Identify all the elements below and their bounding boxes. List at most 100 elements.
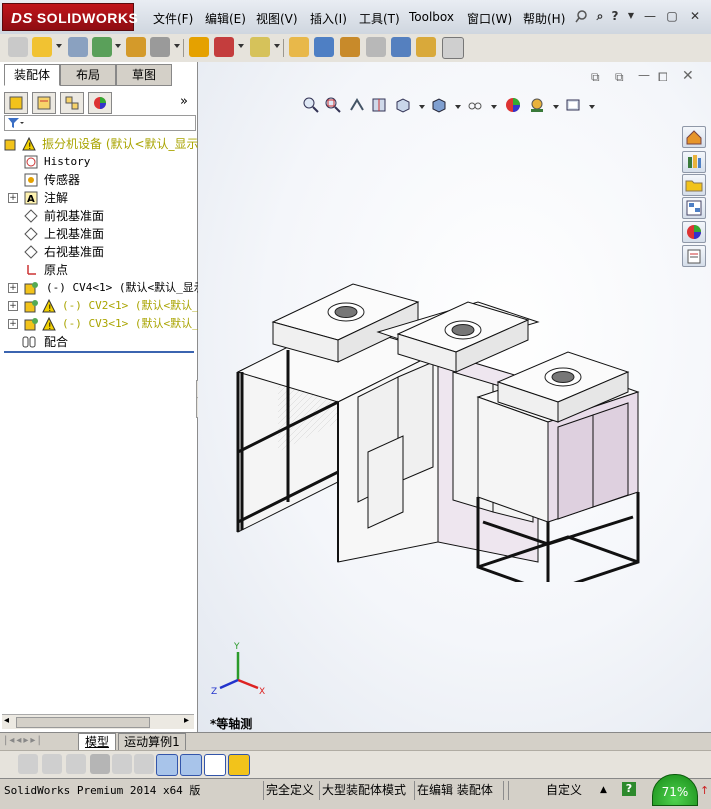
close-icon[interactable]: ✕ [688, 10, 702, 22]
solidworks-resources-icon[interactable] [682, 126, 706, 148]
restore-icon[interactable]: ▢ [665, 10, 679, 22]
interference-icon[interactable] [391, 37, 411, 57]
tree-horizontal-scrollbar[interactable]: ◂ ▸ [2, 714, 194, 729]
search-icon[interactable]: ⌕ [593, 10, 607, 22]
display-style-icon[interactable] [430, 96, 448, 114]
file-explorer-icon[interactable] [682, 174, 706, 196]
scroll-left-icon[interactable]: ◂ [4, 715, 9, 726]
save-tool-icon[interactable] [228, 754, 250, 776]
menu-tools[interactable]: 工具(T) [359, 10, 400, 27]
table-tool-icon[interactable] [204, 754, 226, 776]
tree-item-top-plane[interactable]: 上视基准面 [0, 225, 197, 243]
performance-gauge[interactable]: 71% [652, 774, 698, 806]
solidworks-logo[interactable]: DS SOLIDWORKS [2, 3, 138, 31]
smart-fastener-icon[interactable] [150, 37, 170, 57]
disabled-tool-icon[interactable] [134, 754, 154, 774]
expand-icon[interactable]: + [8, 301, 18, 311]
menu-file[interactable]: 文件(F) [153, 10, 193, 27]
zoom-to-fit-icon[interactable] [302, 96, 320, 114]
design-library-icon[interactable] [682, 151, 706, 173]
insert-component-icon[interactable] [92, 37, 112, 57]
features-dropdown-icon[interactable] [274, 44, 280, 48]
tree-item-mates[interactable]: 配合 [0, 333, 197, 351]
filter-icon[interactable] [5, 116, 25, 130]
open-dropdown-icon[interactable] [56, 44, 62, 48]
reference-geometry-icon[interactable] [289, 37, 309, 57]
disabled-tool-icon[interactable] [66, 754, 86, 774]
doc-split-icon[interactable]: ⧉ [615, 70, 624, 85]
view-settings-dropdown-icon[interactable] [589, 105, 595, 109]
menu-help[interactable]: 帮助(H) [523, 10, 565, 27]
pin-icon[interactable] [575, 9, 589, 23]
instant3d-icon[interactable] [416, 37, 436, 57]
move-component-icon[interactable] [189, 37, 209, 57]
units-dropdown-icon[interactable]: ▲ [600, 782, 607, 799]
tree-item-annotations[interactable]: + A 注解 [0, 189, 197, 207]
tab-layout[interactable]: 布局 [60, 64, 116, 86]
graphics-area[interactable]: ⧉ ⧉ — ⧠ ✕ Y X Z *等轴测 [198, 62, 711, 732]
expand-panel-icon[interactable]: » [180, 94, 188, 109]
tree-item-cv4[interactable]: + (-) CV4<1> (默认<默认_显示 [0, 279, 205, 297]
rollback-bar[interactable] [4, 351, 194, 353]
filter-bar[interactable] [4, 115, 196, 131]
pattern-dropdown-icon[interactable] [174, 44, 180, 48]
scroll-thumb[interactable] [16, 717, 150, 728]
layout-tool-icon[interactable] [156, 754, 178, 776]
bill-of-materials-icon[interactable] [340, 37, 360, 57]
property-manager-icon[interactable] [32, 92, 56, 114]
assembly-model-3d[interactable] [228, 222, 648, 582]
doc-close-icon[interactable]: ✕ [682, 68, 694, 84]
disabled-tool-icon[interactable] [18, 754, 38, 774]
previous-view-icon[interactable] [348, 96, 366, 114]
show-hidden-icon[interactable] [214, 37, 234, 57]
apply-scene-icon[interactable] [528, 96, 546, 114]
help-icon[interactable]: ? [608, 10, 622, 22]
component-dropdown-icon[interactable] [115, 44, 121, 48]
tree-item-front-plane[interactable]: 前视基准面 [0, 207, 197, 225]
view-orientation-icon[interactable] [394, 96, 412, 114]
display-style-dropdown-icon[interactable] [455, 105, 461, 109]
tree-item-right-plane[interactable]: 右视基准面 [0, 243, 197, 261]
menu-view[interactable]: 视图(V) [256, 10, 298, 27]
tree-item-cv2[interactable]: + ! (-) CV2<1> (默认<默认_显 [0, 297, 210, 315]
appearances-icon[interactable] [682, 221, 706, 243]
expand-icon[interactable]: + [8, 193, 18, 203]
tree-item-sensors[interactable]: 传感器 [0, 171, 197, 189]
scene-dropdown-icon[interactable] [553, 105, 559, 109]
edit-appearance-icon[interactable] [504, 96, 522, 114]
tree-item-history[interactable]: History [0, 153, 197, 171]
tab-sketch[interactable]: 草图 [116, 64, 172, 86]
custom-properties-icon[interactable] [682, 245, 706, 267]
mate-icon[interactable] [126, 37, 146, 57]
paperclip-icon[interactable] [68, 37, 88, 57]
doc-tile-icon[interactable]: ⧉ [591, 70, 600, 85]
display-manager-icon[interactable] [88, 92, 112, 114]
scroll-right-icon[interactable]: ▸ [184, 715, 189, 726]
options-icon[interactable] [442, 37, 464, 59]
3d-view-tool-icon[interactable] [180, 754, 202, 776]
orientation-dropdown-icon[interactable] [419, 105, 425, 109]
menu-edit[interactable]: 编辑(E) [205, 10, 246, 27]
exploded-view-icon[interactable] [366, 37, 386, 57]
menu-toolbox[interactable]: Toolbox [409, 10, 454, 24]
expand-icon[interactable]: + [8, 283, 18, 293]
help-dropdown-icon[interactable]: ▼ [624, 10, 638, 22]
minimize-icon[interactable]: — [643, 10, 657, 22]
tab-assembly[interactable]: 装配体 [4, 64, 60, 86]
disabled-tool-icon[interactable] [42, 754, 62, 774]
tree-item-cv3[interactable]: + ! (-) CV3<1> (默认<默认_显 [0, 315, 210, 333]
doc-minimize-icon[interactable]: — [638, 68, 650, 82]
section-view-icon[interactable] [370, 96, 388, 114]
list-tool-icon[interactable] [90, 754, 110, 774]
assembly-features-icon[interactable] [250, 37, 270, 57]
view-palette-icon[interactable] [682, 197, 706, 219]
new-motion-study-icon[interactable] [314, 37, 334, 57]
open-icon[interactable] [32, 37, 52, 57]
hide-show-items-icon[interactable] [466, 96, 484, 114]
menu-window[interactable]: 窗口(W) [467, 10, 512, 27]
doc-restore-icon[interactable]: ⧠ [658, 70, 668, 85]
hide-show-dropdown-icon[interactable] [491, 105, 497, 109]
help-status-icon[interactable]: ? [622, 782, 636, 796]
units-selector[interactable]: 自定义 [546, 782, 582, 799]
view-settings-icon[interactable] [564, 96, 582, 114]
